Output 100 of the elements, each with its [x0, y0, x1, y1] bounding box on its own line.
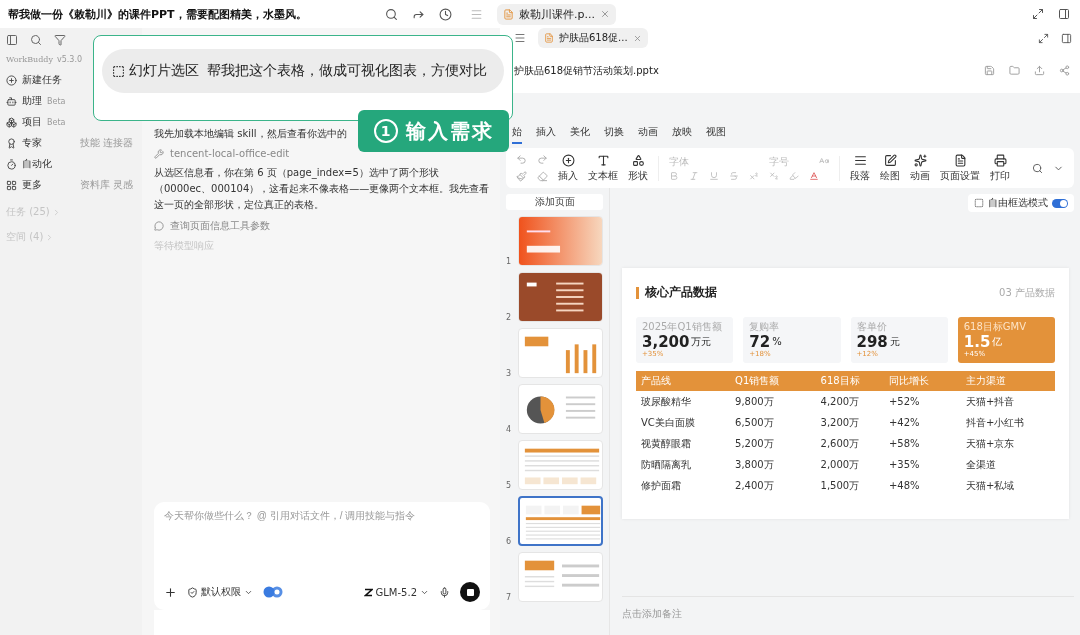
item-label: 项目 [22, 115, 42, 129]
expand-icon[interactable] [1032, 8, 1044, 20]
format-painter-icon[interactable] [516, 171, 527, 182]
slide-number: 5 [506, 481, 513, 490]
table-cell-text: 天猫+私域 [964, 478, 1016, 493]
column-header: 同比增长 [883, 371, 961, 391]
column-header: 主力渠道 [960, 371, 1055, 391]
toolbar-button[interactable]: 形状 [628, 153, 648, 183]
ribbon-tab[interactable]: 视图 [706, 125, 726, 144]
menu-icon[interactable] [514, 32, 526, 44]
undo-icon[interactable] [516, 154, 527, 165]
ribbon-tab[interactable]: 切换 [604, 125, 624, 144]
font-field[interactable]: 字体 [669, 155, 759, 167]
document-tab[interactable]: 敕勒川课件.p... [497, 3, 616, 25]
toolbar-button[interactable]: 段落 [850, 153, 870, 183]
page-icon [953, 153, 967, 167]
grow-font-icon[interactable] [819, 156, 829, 166]
toolbar-button[interactable]: 动画 [910, 153, 930, 183]
conversation-title: 帮我做一份《敕勒川》的课件PPT，需要配图精美，水墨风。 [8, 6, 308, 22]
close-icon[interactable] [599, 9, 610, 19]
chat-input-box[interactable]: 今天帮你做些什么？ @ 引用对话文件，/ 调用技能与指令 默认权限 GLM-5.2 [154, 502, 490, 610]
upload-icon[interactable] [1034, 65, 1045, 76]
ribbon-tab[interactable]: 美化 [570, 125, 590, 144]
toolbar-button[interactable]: 插入 [558, 153, 578, 183]
slide-number: 6 [506, 537, 513, 546]
toolbar-button[interactable]: 绘图 [880, 153, 900, 183]
folder-icon[interactable] [1009, 65, 1020, 76]
shapes-icon [631, 153, 645, 167]
model-dropdown[interactable]: GLM-5.2 [363, 586, 429, 598]
sidebar-icon[interactable] [6, 34, 18, 46]
grid-icon [6, 179, 17, 191]
eraser-icon[interactable] [537, 171, 548, 182]
item-shortcuts: 技能 连接器 [79, 136, 133, 150]
ribbon-tab[interactable]: 始 [512, 125, 522, 144]
redo-icon[interactable] [537, 154, 548, 165]
font-color-icon[interactable] [809, 170, 819, 181]
save-icon[interactable] [984, 65, 995, 76]
stat-label: 客单价 [856, 320, 888, 334]
plus-circle-icon [561, 153, 575, 167]
table-cell-text: 2,400万 [734, 478, 775, 493]
toggle-switch[interactable] [1052, 198, 1068, 208]
table-cell-text: +48% [887, 479, 921, 493]
sidebar-item[interactable]: 自动化 [6, 155, 55, 173]
stop-button[interactable] [460, 582, 480, 602]
microphone-icon[interactable] [439, 586, 450, 598]
stat-label: 2025年Q1销售额 [642, 320, 723, 334]
document-tab[interactable]: 护肤品618促... [538, 28, 648, 48]
table-cell-text: +52% [887, 395, 921, 409]
app-version: v5.3.0 [56, 55, 83, 64]
panel-icon[interactable] [1058, 8, 1070, 20]
filter-icon[interactable] [54, 34, 66, 46]
item-label: 助理 [22, 94, 42, 108]
table-cell-text: 玻尿酸精华 [640, 394, 692, 409]
selection-icon [112, 64, 125, 78]
underline-icon[interactable] [709, 170, 719, 181]
ribbon-tab[interactable]: 放映 [672, 125, 692, 144]
slide-title: 核心产品数据 [645, 284, 718, 301]
toolbar-button[interactable]: 文本框 [588, 153, 618, 183]
sidebar-item[interactable]: 项目 Beta [6, 113, 69, 131]
sidebar-item[interactable]: 助理 Beta [6, 92, 69, 110]
highlighter-icon[interactable] [789, 170, 799, 181]
file-name: 护肤品618促销节活动策划.pptx [514, 63, 660, 78]
pen-icon [883, 153, 897, 167]
close-icon[interactable] [632, 33, 642, 43]
search-icon[interactable] [30, 34, 42, 46]
expand-icon[interactable] [1038, 32, 1049, 44]
column-header: Q1销售额 [730, 371, 816, 391]
sidebar-item[interactable]: 新建任务 [6, 71, 65, 89]
ribbon-tab[interactable]: 动画 [638, 125, 658, 144]
connector-icon[interactable] [263, 586, 283, 598]
history-icon[interactable] [439, 7, 452, 21]
ribbon-tab[interactable]: 插入 [536, 125, 556, 144]
toolbar-button[interactable]: 打印 [990, 153, 1010, 183]
table-cell-text: 天猫+抖音 [964, 394, 1016, 409]
toolbar-button[interactable]: 页面设置 [940, 153, 980, 183]
step-number: 1 [373, 119, 398, 143]
tool-call-icon [154, 221, 164, 231]
timer-icon [6, 158, 17, 170]
subscript-icon[interactable] [769, 170, 779, 181]
table-cell-text: 天猫+京东 [964, 436, 1016, 451]
slide-thumbnail[interactable] [517, 496, 603, 546]
item-label: 新建任务 [22, 73, 62, 87]
chat-input[interactable]: 今天帮你做些什么？ @ 引用对话文件，/ 调用技能与指令 [164, 510, 480, 521]
search-icon[interactable] [385, 7, 398, 21]
sidebar-item[interactable]: 专家 技能 连接器 [6, 134, 136, 152]
font-size-field[interactable]: 字号 [769, 155, 809, 167]
strikethrough-icon[interactable] [729, 170, 739, 181]
sidebar-item[interactable]: 更多 资料库 灵感 [6, 176, 136, 194]
add-page-button[interactable]: 添加页面 [506, 194, 603, 210]
italic-icon[interactable] [689, 170, 699, 181]
panel-icon[interactable] [1061, 32, 1072, 44]
sparkle-icon [913, 153, 927, 167]
permission-dropdown[interactable]: 默认权限 [187, 585, 253, 599]
search-icon[interactable] [1032, 162, 1043, 174]
superscript-icon[interactable] [749, 170, 759, 181]
menu-icon[interactable] [470, 7, 483, 21]
award-icon [6, 137, 17, 149]
table-cell-text: 5,200万 [734, 436, 775, 451]
bold-icon[interactable] [669, 170, 679, 181]
plus-icon[interactable] [164, 585, 177, 599]
